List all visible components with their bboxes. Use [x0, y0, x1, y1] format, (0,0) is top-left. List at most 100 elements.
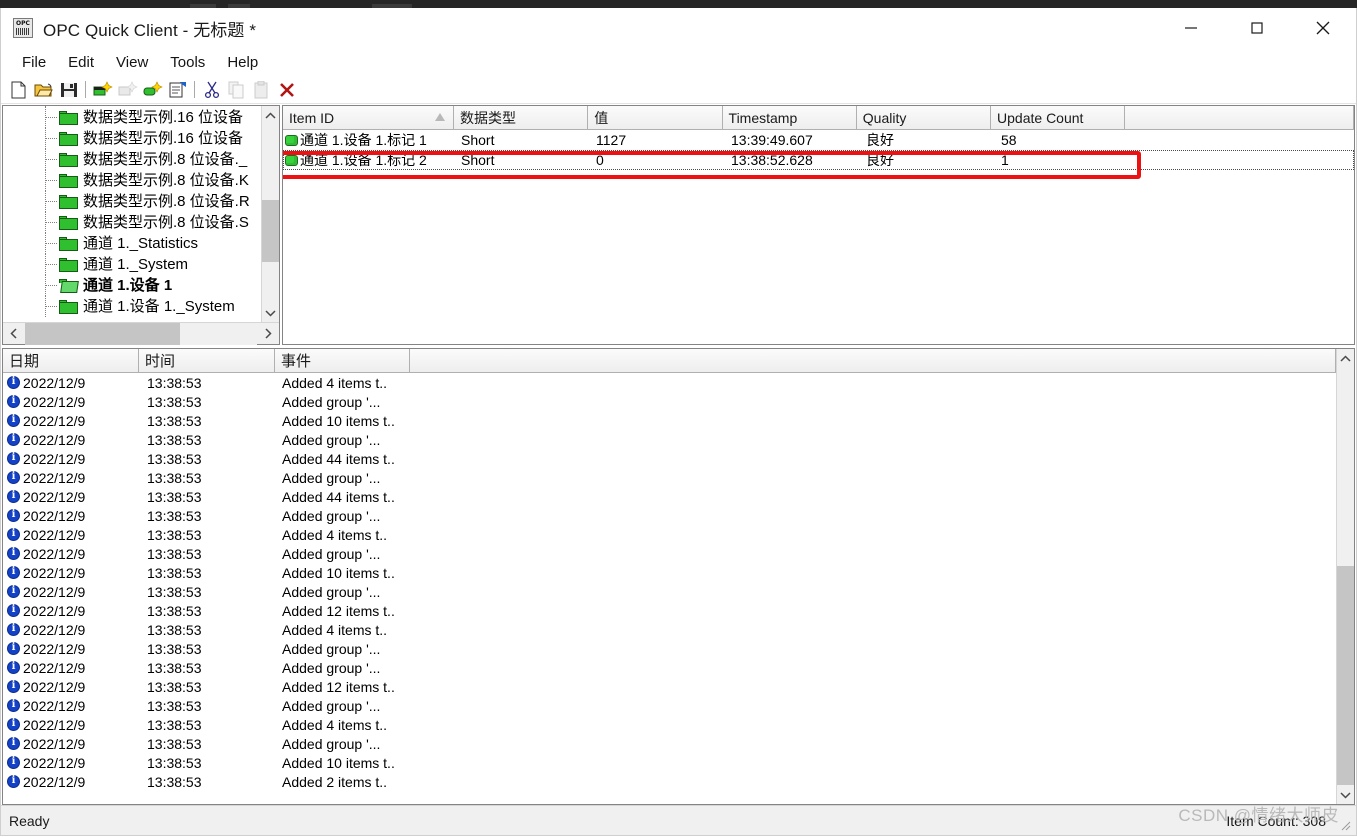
item-list-column-header[interactable]: Update Count: [991, 106, 1125, 130]
properties-icon[interactable]: [165, 78, 190, 102]
resize-grip[interactable]: [1338, 818, 1352, 832]
folder-icon: [59, 194, 78, 209]
event-log-row[interactable]: 2022/12/913:38:53Added group '...: [3, 430, 1336, 449]
event-log-event: Added group '...: [276, 394, 396, 410]
tree-item[interactable]: 通道 1.设备 1._System: [3, 296, 261, 317]
log-vertical-scrollbar[interactable]: [1336, 349, 1354, 804]
event-log-row[interactable]: 2022/12/913:38:53Added 4 items t..: [3, 715, 1336, 734]
menu-item-file[interactable]: File: [11, 52, 57, 73]
item-list-row[interactable]: 通道 1.设备 1.标记 2Short013:38:52.628良好1: [283, 150, 1354, 170]
tree-hscroll-track[interactable]: [25, 323, 257, 345]
event-log-row[interactable]: 2022/12/913:38:53Added 10 items t..: [3, 753, 1336, 772]
item-list-column-header[interactable]: Timestamp: [723, 106, 857, 130]
tree-item[interactable]: 通道 1._System: [3, 254, 261, 275]
info-icon: [7, 566, 20, 579]
log-scroll-track[interactable]: [1337, 368, 1355, 785]
menu-item-tools[interactable]: Tools: [159, 52, 216, 73]
item-list-column-header[interactable]: Quality: [857, 106, 991, 130]
delete-icon[interactable]: [274, 78, 299, 102]
event-log-date: 2022/12/9: [23, 641, 141, 657]
event-log-row[interactable]: 2022/12/913:38:53Added 4 items t..: [3, 620, 1336, 639]
open-file-icon[interactable]: [31, 78, 56, 102]
event-log-date: 2022/12/9: [23, 755, 141, 771]
item-list-cell-item-id: 通道 1.设备 1.标记 2: [283, 150, 455, 170]
maximize-button[interactable]: [1224, 8, 1290, 48]
tree-hscroll-thumb[interactable]: [25, 323, 180, 345]
tree-scroll-track[interactable]: [262, 125, 280, 303]
menu-item-edit[interactable]: Edit: [57, 52, 105, 73]
item-list-body[interactable]: 通道 1.设备 1.标记 1Short112713:39:49.607良好58通…: [283, 130, 1354, 170]
tree-item[interactable]: 通道 1._Statistics: [3, 233, 261, 254]
event-log-column-header[interactable]: 日期: [3, 349, 139, 373]
tree-item[interactable]: 数据类型示例.16 位设备: [3, 128, 261, 149]
tree-scroll-thumb[interactable]: [262, 200, 280, 262]
tree-item[interactable]: 数据类型示例.16 位设备: [3, 107, 261, 128]
item-list-column-header[interactable]: [1125, 106, 1354, 130]
event-log-row[interactable]: 2022/12/913:38:53Added 4 items t..: [3, 373, 1336, 392]
log-chevron-down-icon[interactable]: [1337, 785, 1355, 804]
item-list-cell-item-id: 通道 1.设备 1.标记 1: [283, 130, 455, 150]
event-log-row[interactable]: 2022/12/913:38:53Added group '...: [3, 544, 1336, 563]
event-log-row[interactable]: 2022/12/913:38:53Added 12 items t..: [3, 677, 1336, 696]
server-tree[interactable]: 数据类型示例.16 位设备数据类型示例.16 位设备数据类型示例.8 位设备._…: [3, 106, 261, 322]
event-log-row[interactable]: 2022/12/913:38:53Added group '...: [3, 468, 1336, 487]
tree-item-label: 通道 1._Statistics: [83, 234, 198, 253]
event-log-row[interactable]: 2022/12/913:38:53Added group '...: [3, 582, 1336, 601]
tree-horizontal-scrollbar[interactable]: [3, 322, 279, 344]
event-log-body[interactable]: 2022/12/913:38:53Added 4 items t..2022/1…: [3, 373, 1336, 804]
item-list-column-header[interactable]: 值: [588, 106, 722, 130]
event-log-column-header[interactable]: 时间: [139, 349, 275, 373]
event-log-event: Added 10 items t..: [276, 413, 396, 429]
folder-icon: [59, 215, 78, 230]
event-log-date: 2022/12/9: [23, 508, 141, 524]
event-log-row[interactable]: 2022/12/913:38:53Added 2 items t..: [3, 772, 1336, 791]
column-header-label: Timestamp: [729, 110, 798, 126]
menu-item-help[interactable]: Help: [216, 52, 269, 73]
item-list-row[interactable]: 通道 1.设备 1.标记 1Short112713:39:49.607良好58: [283, 130, 1354, 150]
tree-item[interactable]: 数据类型示例.8 位设备.S: [3, 212, 261, 233]
new-item-icon[interactable]: [140, 78, 165, 102]
chevron-up-icon[interactable]: [262, 106, 280, 125]
event-log-row[interactable]: 2022/12/913:38:53Added group '...: [3, 639, 1336, 658]
item-id-label: 通道 1.设备 1.标记 2: [300, 150, 427, 170]
event-log-row[interactable]: 2022/12/913:38:53Added 12 items t..: [3, 601, 1336, 620]
event-log-row[interactable]: 2022/12/913:38:53Added group '...: [3, 734, 1336, 753]
item-list-column-header[interactable]: Item ID: [283, 106, 454, 130]
tree-item[interactable]: 数据类型示例.8 位设备.R: [3, 191, 261, 212]
event-log-row[interactable]: 2022/12/913:38:53Added 44 items t..: [3, 449, 1336, 468]
new-file-icon[interactable]: [6, 78, 31, 102]
tree-item[interactable]: 数据类型示例.8 位设备._: [3, 149, 261, 170]
server-tree-pane: 数据类型示例.16 位设备数据类型示例.16 位设备数据类型示例.8 位设备._…: [2, 105, 280, 345]
menu-item-view[interactable]: View: [105, 52, 159, 73]
event-log-row[interactable]: 2022/12/913:38:53Added 4 items t..: [3, 525, 1336, 544]
cut-icon[interactable]: [199, 78, 224, 102]
chevron-down-icon[interactable]: [262, 303, 280, 322]
folder-icon: [59, 173, 78, 188]
log-chevron-up-icon[interactable]: [1337, 349, 1355, 368]
minimize-button[interactable]: [1158, 8, 1224, 48]
tree-vertical-scrollbar[interactable]: [261, 106, 279, 322]
new-server-icon[interactable]: [90, 78, 115, 102]
item-active-icon: [285, 155, 298, 166]
item-list-column-header[interactable]: 数据类型: [454, 106, 588, 130]
event-log-event: Added 12 items t..: [276, 679, 396, 695]
event-log-row[interactable]: 2022/12/913:38:53Added 10 items t..: [3, 411, 1336, 430]
folder-icon: [59, 299, 78, 314]
close-button[interactable]: [1290, 8, 1356, 48]
info-icon: [7, 661, 20, 674]
tree-item-label: 通道 1.设备 1._System: [83, 297, 235, 316]
event-log-row[interactable]: 2022/12/913:38:53Added group '...: [3, 696, 1336, 715]
log-scroll-thumb[interactable]: [1337, 566, 1355, 785]
save-file-icon[interactable]: [56, 78, 81, 102]
event-log-column-header[interactable]: 事件: [275, 349, 410, 373]
event-log-row[interactable]: 2022/12/913:38:53Added group '...: [3, 392, 1336, 411]
event-log-row[interactable]: 2022/12/913:38:53Added group '...: [3, 506, 1336, 525]
tree-item[interactable]: 数据类型示例.8 位设备.K: [3, 170, 261, 191]
tree-item[interactable]: 通道 1.设备 1: [3, 275, 261, 296]
event-log-row[interactable]: 2022/12/913:38:53Added 44 items t..: [3, 487, 1336, 506]
chevron-right-icon[interactable]: [257, 323, 279, 345]
event-log-row[interactable]: 2022/12/913:38:53Added 10 items t..: [3, 563, 1336, 582]
event-log-time: 13:38:53: [141, 413, 276, 429]
event-log-row[interactable]: 2022/12/913:38:53Added group '...: [3, 658, 1336, 677]
chevron-left-icon[interactable]: [3, 323, 25, 345]
